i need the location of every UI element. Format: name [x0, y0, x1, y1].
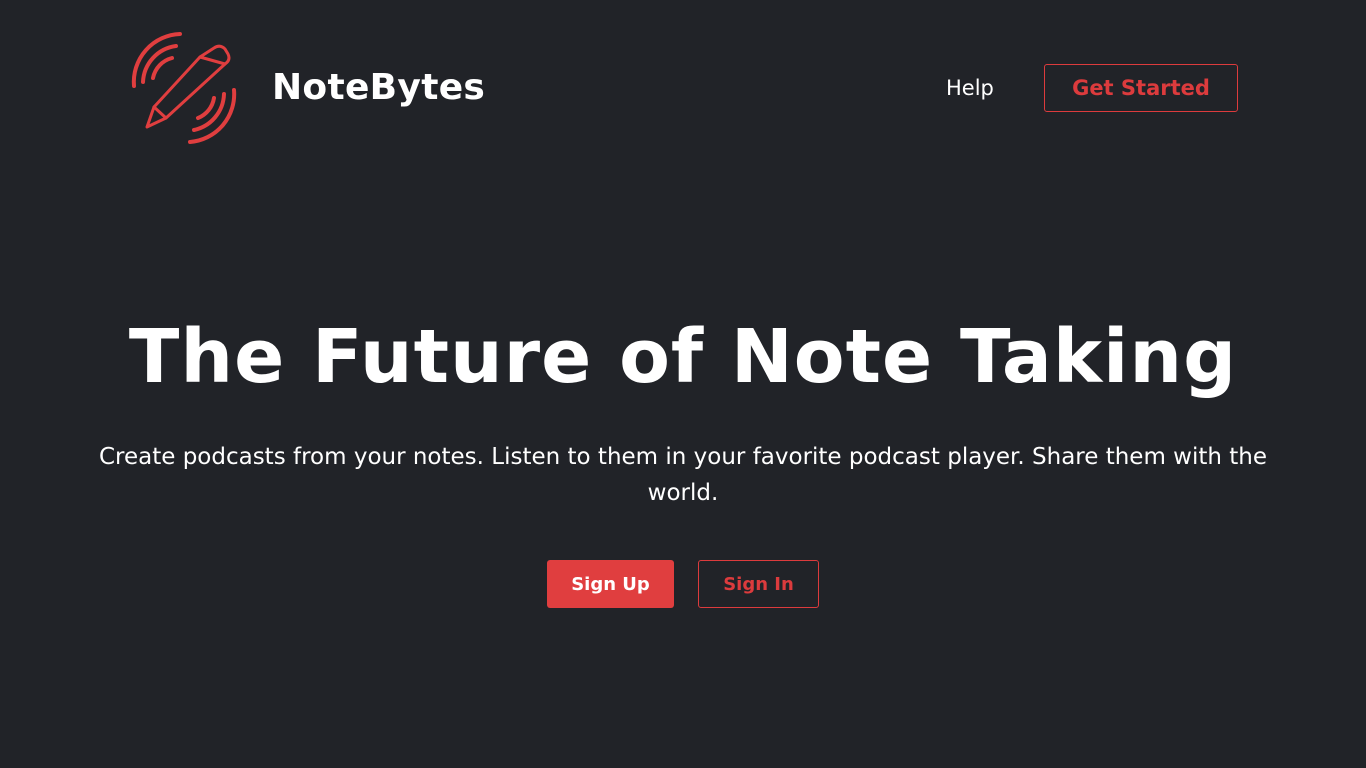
pencil-sound-waves-icon: [131, 32, 237, 144]
sign-up-button[interactable]: Sign Up: [547, 560, 674, 608]
sign-in-button[interactable]: Sign In: [698, 560, 819, 608]
landing-page: NoteBytes Help Get Started The Future of…: [0, 0, 1366, 768]
hero-subtitle: Create podcasts from your notes. Listen …: [98, 444, 1268, 506]
help-link[interactable]: Help: [946, 74, 994, 102]
hero-title: The Future of Note Taking: [128, 314, 1238, 400]
get-started-button[interactable]: Get Started: [1044, 64, 1238, 112]
brand-name: NoteBytes: [272, 67, 486, 108]
